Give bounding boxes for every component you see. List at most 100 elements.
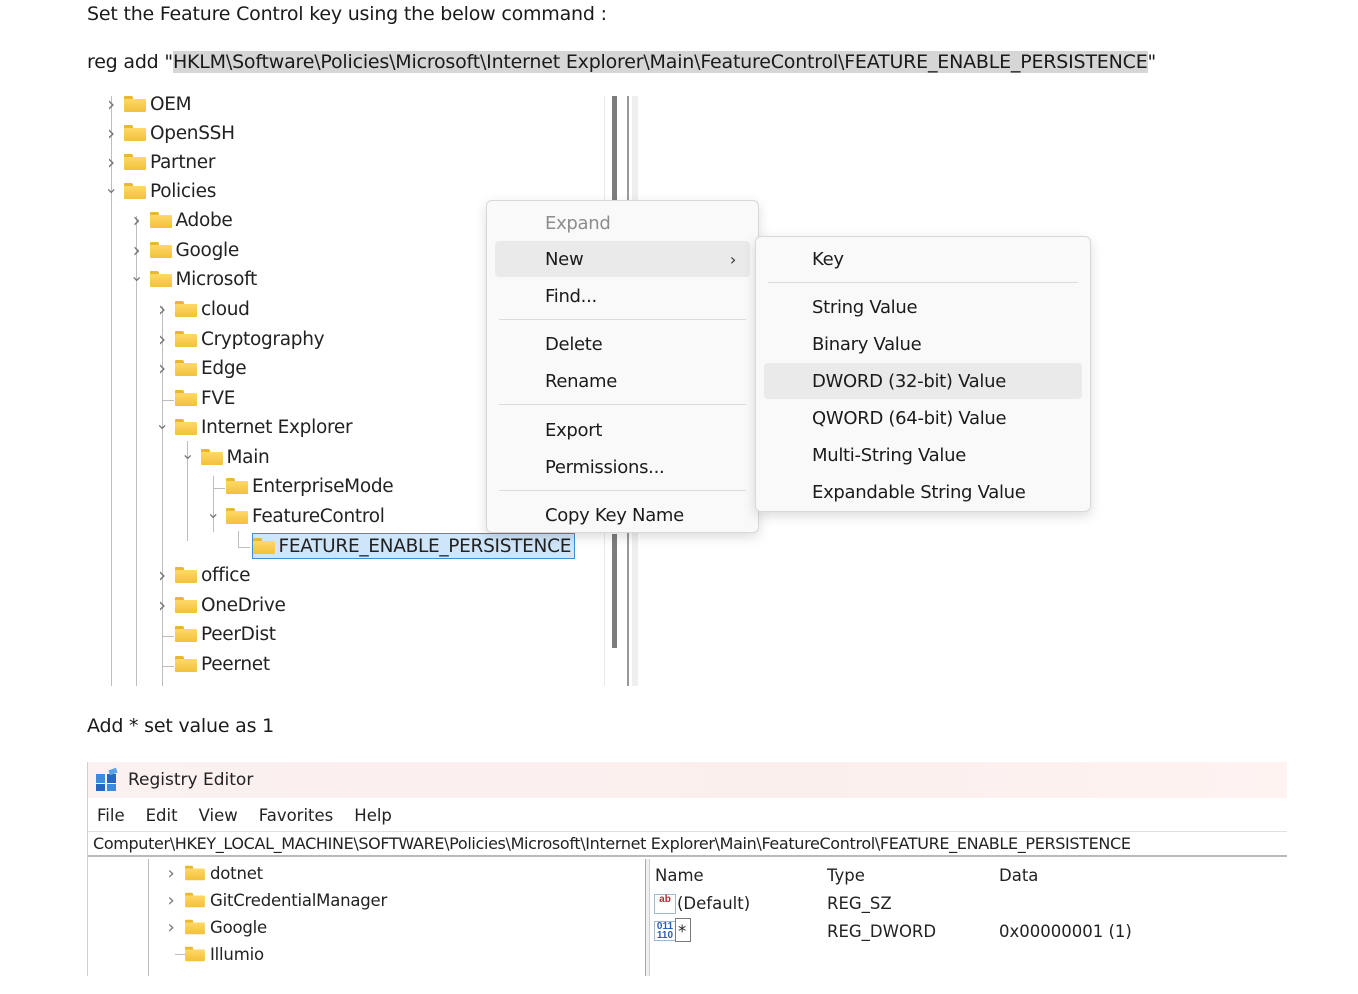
address-bar[interactable]: Computer\HKEY_LOCAL_MACHINE\SOFTWARE\Pol… <box>88 831 1287 857</box>
folder-icon <box>185 865 205 881</box>
tree-item[interactable]: › Google <box>164 914 268 940</box>
folder-icon <box>185 919 205 935</box>
chevron-right-icon[interactable]: › <box>155 297 169 321</box>
folder-icon <box>175 626 197 642</box>
column-header-data[interactable]: Data <box>999 866 1038 885</box>
tree-item[interactable]: FEATURE_ENABLE_PERSISTENCE <box>232 532 576 560</box>
folder-icon <box>175 301 197 317</box>
folder-icon <box>185 892 205 908</box>
tree-item-label: cloud <box>201 298 250 320</box>
chevron-down-icon[interactable]: ⌄ <box>181 444 195 463</box>
submenu-item-multi-string-value[interactable]: Multi-String Value <box>764 437 1082 473</box>
menu-item-rename[interactable]: Rename <box>495 363 750 399</box>
tree-item[interactable]: › OEM <box>104 96 192 118</box>
submenu-item-key[interactable]: Key <box>764 241 1082 277</box>
chevron-right-icon[interactable]: › <box>164 890 178 911</box>
chevron-right-icon[interactable]: › <box>104 96 118 116</box>
value-name[interactable]: * <box>678 922 686 941</box>
submenu-item-expandable-string-value[interactable]: Expandable String Value <box>764 474 1082 510</box>
submenu-item-binary-value[interactable]: Binary Value <box>764 326 1082 362</box>
value-type: REG_SZ <box>827 894 892 913</box>
tree-item-label: Policies <box>150 180 217 202</box>
chevron-down-icon[interactable]: ⌄ <box>206 503 220 522</box>
menu-separator <box>768 282 1078 283</box>
binary-value-icon: 011 110 <box>654 921 676 941</box>
tree-item[interactable]: ⌄ Microsoft <box>130 265 257 293</box>
pane-splitter[interactable] <box>645 859 650 976</box>
chevron-right-icon[interactable]: › <box>130 238 144 262</box>
tree-item[interactable]: ⌄ Policies <box>104 177 216 205</box>
chevron-down-icon[interactable]: ⌄ <box>130 266 144 285</box>
tree-item-label: OEM <box>150 96 192 115</box>
tree-item[interactable]: ⌄ FeatureControl <box>206 502 385 530</box>
menu-item-export[interactable]: Export <box>495 412 750 448</box>
menu-file[interactable]: File <box>97 806 125 825</box>
tree-item[interactable]: ⌄ Internet Explorer <box>155 413 352 441</box>
folder-icon <box>124 125 146 141</box>
menu-item-find[interactable]: Find... <box>495 278 750 314</box>
chevron-down-icon[interactable]: ⌄ <box>155 414 169 433</box>
menu-item-new-label: New <box>545 248 584 270</box>
menu-bar: File Edit View Favorites Help <box>88 802 1287 828</box>
tree-item[interactable]: › Cryptography <box>155 325 324 353</box>
tree-item[interactable]: › dotnet <box>164 860 264 886</box>
tree-item-label: dotnet <box>210 863 263 883</box>
menu-help[interactable]: Help <box>354 806 392 825</box>
chevron-right-icon[interactable]: › <box>155 593 169 617</box>
command-prefix: reg add " <box>87 51 173 73</box>
chevron-right-icon[interactable]: › <box>104 121 118 145</box>
tree-item[interactable]: Peernet <box>155 650 270 678</box>
chevron-right-icon[interactable]: › <box>130 208 144 232</box>
column-header-type[interactable]: Type <box>827 866 865 885</box>
chevron-right-icon[interactable]: › <box>164 863 178 884</box>
tree-item[interactable]: › cloud <box>155 295 250 323</box>
column-header-name[interactable]: Name <box>655 866 704 885</box>
chevron-right-icon[interactable]: › <box>104 150 118 174</box>
tree-item[interactable]: › Partner <box>104 148 215 176</box>
chevron-right-icon[interactable]: › <box>155 563 169 587</box>
folder-icon <box>175 567 197 583</box>
tree-item[interactable]: Illumio <box>164 941 264 967</box>
menu-item-expand[interactable]: Expand <box>495 205 750 241</box>
tree-item[interactable]: › OneDrive <box>155 591 286 619</box>
tree-item-label: Cryptography <box>201 328 325 350</box>
tree-item-label: office <box>201 564 251 586</box>
tree-item[interactable]: › Adobe <box>130 206 233 234</box>
selected-key-highlight[interactable]: FEATURE_ENABLE_PERSISTENCE <box>251 533 576 559</box>
menu-item-permissions[interactable]: Permissions... <box>495 449 750 485</box>
folder-icon <box>124 154 146 170</box>
chevron-right-icon[interactable]: › <box>164 917 178 938</box>
chevron-right-icon[interactable]: › <box>155 327 169 351</box>
tree-item[interactable]: › office <box>155 561 250 589</box>
tree-item-label: FeatureControl <box>252 505 385 527</box>
submenu-item-dword-value[interactable]: DWORD (32-bit) Value <box>764 363 1082 399</box>
folder-icon <box>124 183 146 199</box>
menu-favorites[interactable]: Favorites <box>259 806 334 825</box>
menu-item-copy-key-name[interactable]: Copy Key Name <box>495 497 750 533</box>
submenu-item-string-value[interactable]: String Value <box>764 289 1082 325</box>
tree-item[interactable]: › Google <box>130 236 240 264</box>
tree-item[interactable]: › Edge <box>155 354 247 382</box>
folder-icon <box>175 390 197 406</box>
menu-item-new[interactable]: New › <box>495 241 750 277</box>
folder-icon <box>175 597 197 613</box>
chevron-right-icon[interactable]: › <box>155 356 169 380</box>
submenu-item-qword-value[interactable]: QWORD (64-bit) Value <box>764 400 1082 436</box>
value-type: REG_DWORD <box>827 922 937 941</box>
value-name[interactable]: (Default) <box>677 894 750 913</box>
tree-item[interactable]: EnterpriseMode <box>206 472 394 500</box>
menu-item-delete[interactable]: Delete <box>495 326 750 362</box>
tree-item[interactable]: ⌄ Main <box>181 443 270 471</box>
menu-view[interactable]: View <box>199 806 238 825</box>
chevron-down-icon[interactable]: ⌄ <box>104 178 118 197</box>
tree-item[interactable]: PeerDist <box>155 620 276 648</box>
menu-edit[interactable]: Edit <box>146 806 178 825</box>
instruction-text: Set the Feature Control key using the be… <box>87 3 607 25</box>
tree-item[interactable]: › GitCredentialManager <box>164 887 388 913</box>
folder-icon <box>175 331 197 347</box>
tree-item[interactable]: FVE <box>155 384 235 412</box>
tree-item-label: OneDrive <box>201 594 286 616</box>
tree-item[interactable]: › OpenSSH <box>104 119 235 147</box>
value-data: 0x00000001 (1) <box>999 922 1132 941</box>
